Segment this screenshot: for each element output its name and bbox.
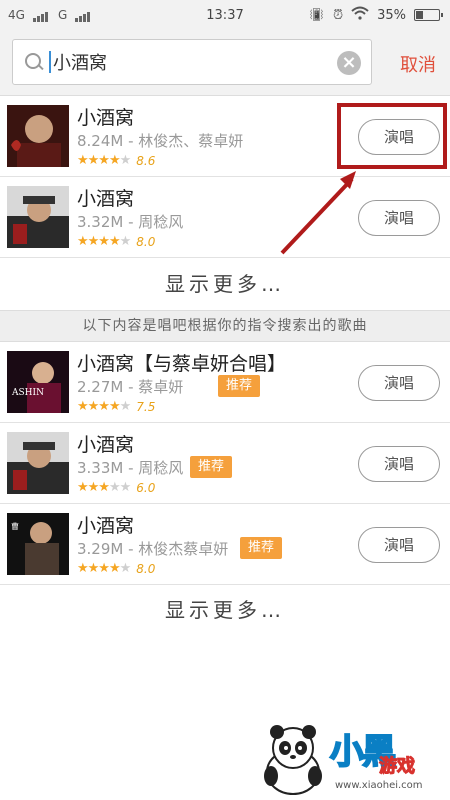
score: 8.0 [136,561,156,576]
sing-button[interactable]: 演唱 [358,365,440,401]
watermark-logo: 小黑 游戏 www.xiaohei.com [255,722,445,797]
show-more-button[interactable]: 显示更多… [0,259,450,309]
star-rating: ★★★★★ [77,480,131,495]
search-box[interactable]: × [12,39,372,85]
rating: ★★★★★ 6.0 [77,480,155,495]
list-item[interactable]: ASHIN 小酒窝【与蔡卓妍合唱】 2.27M - 蔡卓妍 推荐 ★★★★★ 7… [0,343,450,423]
vibrate-icon: 📳︎ [308,7,325,23]
text-cursor [49,51,51,73]
album-cover[interactable] [7,186,69,248]
sing-button[interactable]: 演唱 [358,446,440,482]
song-title: 小酒窝 [77,188,135,210]
panda-icon [264,725,322,795]
show-more-button-2[interactable]: 显示更多… [0,585,450,635]
song-meta: 2.27M - 蔡卓妍 [77,378,184,396]
section-header: 以下内容是唱吧根据你的指令搜索出的歌曲 [0,310,450,342]
list-item[interactable]: 小酒窝 3.33M - 周稔风 推荐 ★★★★★ 6.0 演唱 [0,424,450,504]
rating: ★★★★★ 7.5 [77,399,155,414]
song-meta: 3.33M - 周稔风 [77,459,184,477]
watermark-url: www.xiaohei.com [335,780,423,791]
battery-percent: 35% [377,7,406,23]
search-input[interactable] [53,47,323,77]
song-title: 小酒窝【与蔡卓妍合唱】 [77,353,287,375]
rating: ★★★★★ 8.0 [77,234,155,249]
recommend-badge: 推荐 [240,537,283,559]
search-icon [23,51,45,73]
album-cover[interactable] [7,105,69,167]
list-item[interactable]: 小酒窝 3.32M - 周稔风 ★★★★★ 8.0 演唱 [0,178,450,258]
search-bar: × 取消 [0,30,450,96]
song-meta: 3.29M - 林俊杰蔡卓妍 [77,540,229,558]
rating: ★★★★★ 8.0 [77,561,155,576]
svg-text:曹: 曹 [11,521,19,531]
score: 8.0 [136,234,156,249]
song-title: 小酒窝 [77,515,135,537]
highlight-box [337,103,447,169]
score: 6.0 [136,480,156,495]
song-meta: 8.24M - 林俊杰、蔡卓妍 [77,132,244,150]
sing-button[interactable]: 演唱 [358,200,440,236]
star-rating: ★★★★★ [77,153,131,168]
album-cover[interactable]: ASHIN [7,351,69,413]
red-arrow-icon [280,171,356,255]
album-cover[interactable]: 曹 [7,513,69,575]
song-title: 小酒窝 [77,107,135,129]
star-rating: ★★★★★ [77,561,131,576]
battery-icon [414,9,443,21]
alarm-icon: ⏰︎ [332,7,344,23]
song-title: 小酒窝 [77,434,135,456]
score: 8.6 [136,153,156,168]
clear-icon[interactable]: × [337,51,361,75]
wifi-icon [351,6,369,24]
star-rating: ★★★★★ [77,399,131,414]
song-meta: 3.32M - 周稔风 [77,213,184,231]
star-rating: ★★★★★ [77,234,131,249]
svg-text:ASHIN: ASHIN [11,388,44,398]
list-item[interactable]: 曹 小酒窝 3.29M - 林俊杰蔡卓妍 推荐 ★★★★★ 8.0 演唱 [0,505,450,585]
status-bar: 4G G 13:37 📳︎ ⏰︎ 35% [0,0,450,30]
album-cover[interactable] [7,432,69,494]
recommend-badge: 推荐 [190,456,233,478]
recommend-badge: 推荐 [218,375,261,397]
rating: ★★★★★ 8.6 [77,153,155,168]
watermark-subtext: 游戏 [379,756,416,778]
score: 7.5 [136,399,156,414]
sing-button[interactable]: 演唱 [358,527,440,563]
cancel-button[interactable]: 取消 [400,51,436,77]
